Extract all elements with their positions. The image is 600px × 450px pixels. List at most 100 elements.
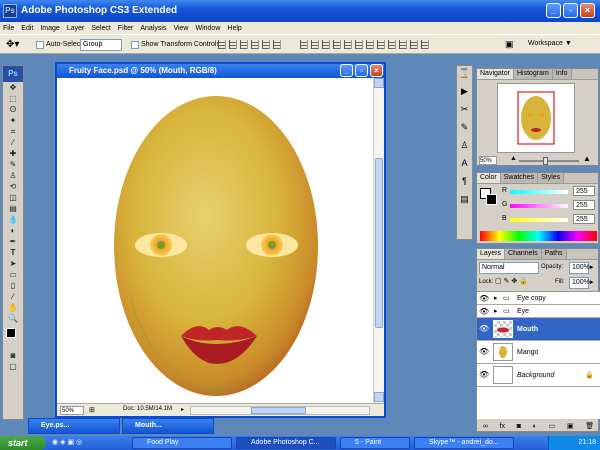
lock-icons[interactable]: ▢ ✎ ✥ 🔒 — [495, 277, 528, 285]
task-paint[interactable]: 5 - Paint — [340, 437, 410, 449]
vertical-scrollbar[interactable] — [373, 78, 384, 403]
r-slider[interactable] — [510, 190, 568, 194]
delete-layer-icon[interactable]: 🗑 — [585, 421, 594, 432]
layer-row-eye-copy[interactable]: 👁 ▸ ▭ Eye copy — [477, 292, 600, 305]
history-panel-icon[interactable]: ⌛ — [457, 66, 472, 80]
blur-tool-icon[interactable]: 💧 — [3, 214, 23, 225]
task-food-play[interactable]: Food Play — [132, 437, 232, 449]
start-button[interactable]: start — [0, 436, 46, 450]
g-slider[interactable] — [510, 204, 568, 208]
tab-paths[interactable]: Paths — [541, 249, 567, 259]
navigator-zoom-field[interactable]: 50% — [479, 156, 497, 165]
visibility-eye-icon[interactable]: 👁 — [479, 371, 489, 379]
brushes-panel-icon[interactable]: ✎ — [457, 120, 472, 134]
tool-presets-icon[interactable]: ✂ — [457, 102, 472, 116]
layer-style-icon[interactable]: fx — [500, 421, 505, 432]
visibility-eye-icon[interactable]: 👁 — [479, 325, 489, 333]
foreground-color-swatch[interactable] — [6, 328, 16, 338]
lasso-tool-icon[interactable]: ʘ — [3, 104, 23, 115]
link-layers-icon[interactable]: ∞ — [483, 421, 488, 432]
slice-tool-icon[interactable]: ⁄ — [3, 137, 23, 148]
layer-mask-icon[interactable]: ◙ — [517, 421, 521, 432]
tab-navigator[interactable]: Navigator — [477, 69, 514, 79]
layer-row-mango[interactable]: 👁 Mango — [477, 341, 600, 364]
tab-styles[interactable]: Styles — [538, 173, 565, 183]
b-value[interactable]: 255 — [573, 214, 595, 224]
workspace-button[interactable]: Workspace ▼ — [528, 40, 572, 47]
tab-layers[interactable]: Layers — [477, 249, 506, 259]
marquee-tool-icon[interactable]: ⬚ — [3, 93, 23, 104]
layer-row-mouth[interactable]: 👁 Mouth — [477, 318, 600, 341]
move-tool-icon[interactable]: ✥ — [3, 82, 23, 93]
menu-layer[interactable]: Layer — [67, 25, 85, 32]
zoom-slider-thumb[interactable] — [543, 157, 548, 165]
screen-mode-icon[interactable]: ▢ — [3, 361, 23, 372]
history-brush-icon[interactable]: ⟲ — [3, 181, 23, 192]
navigator-thumbnail[interactable] — [497, 83, 575, 153]
b-slider[interactable] — [510, 218, 568, 222]
color-bg-swatch[interactable] — [486, 194, 497, 205]
scroll-thumb[interactable] — [375, 158, 383, 328]
tab-color[interactable]: Color — [477, 173, 501, 183]
scroll-down-button[interactable] — [374, 392, 384, 402]
brush-tool-icon[interactable]: ✎ — [3, 159, 23, 170]
menu-help[interactable]: Help — [227, 25, 241, 32]
zoom-field[interactable]: 50% — [60, 406, 84, 415]
tab-channels[interactable]: Channels — [505, 249, 542, 259]
image-canvas[interactable] — [57, 78, 373, 403]
crop-tool-icon[interactable]: ⌗ — [3, 126, 23, 137]
opacity-arrow-icon[interactable]: ▸ — [590, 263, 594, 271]
clone-stamp-icon[interactable]: ♙ — [3, 170, 23, 181]
tab-histogram[interactable]: Histogram — [513, 69, 553, 79]
notes-tool-icon[interactable]: ▯ — [3, 280, 23, 291]
magic-wand-icon[interactable]: ✦ — [3, 115, 23, 126]
horizontal-scroll-thumb[interactable] — [251, 407, 306, 414]
transform-controls-checkbox[interactable] — [131, 41, 139, 49]
document-title-bar[interactable]: Fruity Face.psd @ 50% (Mouth, RGB/8) _ ▫… — [57, 64, 384, 78]
layer-row-eye[interactable]: 👁 ▸ ▭ Eye — [477, 305, 600, 318]
auto-select-checkbox[interactable] — [36, 41, 44, 49]
visibility-eye-icon[interactable]: 👁 — [479, 295, 489, 303]
horizontal-scrollbar[interactable] — [190, 406, 370, 415]
new-group-icon[interactable]: ▭ — [549, 421, 556, 432]
menu-window[interactable]: Window — [195, 25, 220, 32]
opacity-field[interactable]: 100% — [569, 262, 590, 274]
fill-arrow-icon[interactable]: ▸ — [590, 278, 594, 286]
zoom-slider[interactable] — [519, 157, 579, 165]
status-menu-arrow-icon[interactable]: ▸ — [181, 406, 184, 413]
menu-file[interactable]: File — [3, 25, 14, 32]
gradient-tool-icon[interactable]: ▤ — [3, 203, 23, 214]
doc-maximize-button[interactable]: ▫ — [355, 64, 368, 77]
character-panel-icon[interactable]: A — [457, 156, 472, 170]
actions-panel-icon[interactable]: ▶ — [457, 84, 472, 98]
new-layer-icon[interactable]: ▣ — [567, 421, 574, 432]
zoom-out-icon[interactable]: ▲ — [510, 155, 517, 162]
shape-tool-icon[interactable]: ▭ — [3, 269, 23, 280]
fill-field[interactable]: 100% — [569, 277, 590, 289]
scroll-up-button[interactable] — [374, 78, 384, 88]
eraser-tool-icon[interactable]: ◫ — [3, 192, 23, 203]
doc-close-button[interactable]: × — [370, 64, 383, 77]
type-tool-icon[interactable]: T — [3, 247, 23, 258]
menu-view[interactable]: View — [173, 25, 188, 32]
quick-launch-icons[interactable]: ◉◈▣◎ — [52, 438, 108, 448]
menu-edit[interactable]: Edit — [21, 25, 33, 32]
move-tool-icon[interactable]: ✥▾ — [6, 39, 19, 50]
healing-brush-icon[interactable]: ✚ — [3, 148, 23, 159]
quick-mask-icon[interactable]: ◙ — [3, 350, 23, 361]
minimized-doc-mouth[interactable]: Mouth... — [122, 418, 214, 434]
hand-tool-icon[interactable]: ✋ — [3, 302, 23, 313]
tab-info[interactable]: Info — [552, 69, 572, 79]
menu-image[interactable]: Image — [40, 25, 59, 32]
align-buttons[interactable] — [218, 40, 281, 50]
menu-analysis[interactable]: Analysis — [140, 25, 166, 32]
tab-swatches[interactable]: Swatches — [500, 173, 539, 183]
layer-row-background[interactable]: 👁 Background 🔒 — [477, 364, 600, 387]
minimize-button[interactable]: _ — [546, 3, 561, 18]
camera-icon[interactable]: ▣ — [505, 39, 514, 50]
task-photoshop[interactable]: Adobe Photoshop C... — [236, 437, 336, 449]
adjustment-layer-icon[interactable]: ◐ — [533, 421, 537, 432]
path-selection-icon[interactable]: ➤ — [3, 258, 23, 269]
visibility-eye-icon[interactable]: 👁 — [479, 348, 489, 356]
zoom-in-icon[interactable]: ▲ — [583, 154, 591, 163]
